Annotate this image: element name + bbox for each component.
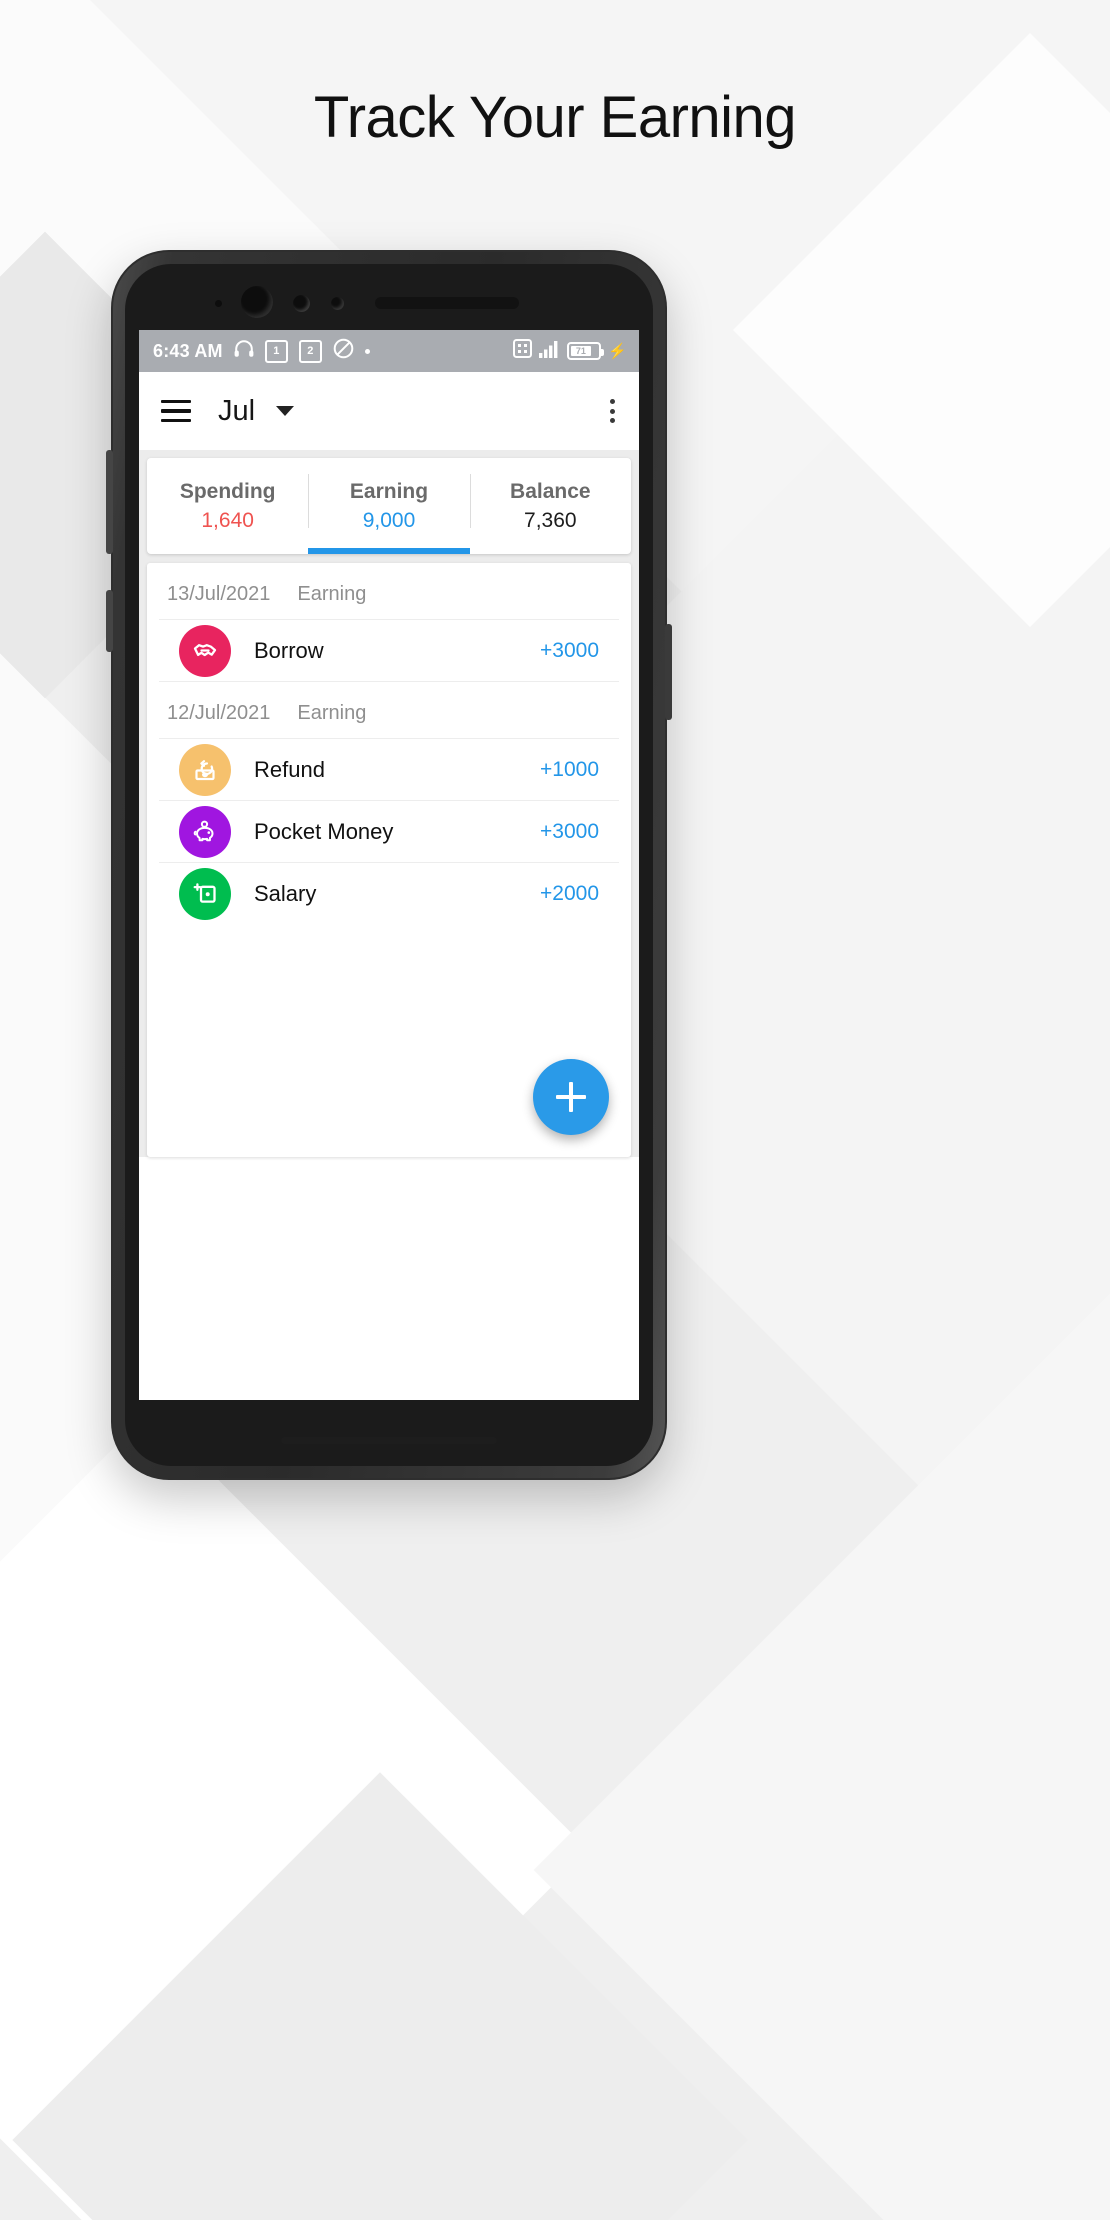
sim1-icon: 1 xyxy=(264,339,288,363)
handshake-icon xyxy=(179,624,231,677)
signal-icon xyxy=(539,340,560,363)
sensor-cluster xyxy=(125,286,653,320)
status-bar: 6:43 AM 1 2 71 ⚡ xyxy=(139,330,639,372)
volume-button xyxy=(106,450,113,554)
transaction-amount: +2000 xyxy=(540,881,599,905)
sensor-dot-icon xyxy=(215,300,222,307)
summary-value: 1,640 xyxy=(201,508,254,532)
transaction-row-salary[interactable]: Salary +2000 xyxy=(159,862,619,924)
phone-screen: 6:43 AM 1 2 71 ⚡ Jul Spending 1,640 Earn… xyxy=(139,330,639,1400)
transaction-name: Salary xyxy=(254,880,317,906)
transaction-name: Borrow xyxy=(254,637,324,663)
chevron-down-icon[interactable] xyxy=(276,406,295,416)
summary-card: Spending 1,640 Earning 9,000 Balance 7,3… xyxy=(147,458,631,554)
group-date: 13/Jul/2021 xyxy=(167,583,271,605)
earpiece-speaker xyxy=(375,297,519,309)
phone-mockup: 6:43 AM 1 2 71 ⚡ Jul Spending 1,640 Earn… xyxy=(106,250,672,1480)
summary-value: 7,360 xyxy=(524,508,577,532)
plus-icon xyxy=(556,1082,586,1112)
status-time: 6:43 AM xyxy=(153,340,223,361)
dot-icon xyxy=(364,348,370,354)
summary-label: Balance xyxy=(510,479,591,503)
group-type: Earning xyxy=(297,583,367,605)
status-bar-right: 71 ⚡ xyxy=(513,339,627,363)
piggy-bank-icon xyxy=(179,805,231,858)
light-sensor-icon xyxy=(331,297,344,310)
status-bar-left: 6:43 AM 1 2 xyxy=(153,338,513,364)
side-button-right xyxy=(665,624,672,720)
transaction-row-borrow[interactable]: Borrow +3000 xyxy=(159,619,619,681)
page-title: Track Your Earning xyxy=(313,85,797,150)
phone-chin xyxy=(125,1402,653,1452)
summary-label: Spending xyxy=(179,479,276,503)
transaction-name: Pocket Money xyxy=(254,818,394,844)
app-bar: Jul xyxy=(139,372,639,450)
power-button xyxy=(106,590,113,652)
summary-tab-spending[interactable]: Spending 1,640 xyxy=(147,458,308,554)
do-not-disturb-icon xyxy=(333,338,354,364)
transaction-amount: +3000 xyxy=(540,638,599,662)
transaction-row-pocket-money[interactable]: Pocket Money +3000 xyxy=(159,800,619,862)
summary-label: Earning xyxy=(349,479,429,503)
battery-icon: 71 xyxy=(567,342,605,360)
wallet-plus-icon xyxy=(179,867,231,920)
hamburger-icon[interactable] xyxy=(161,400,191,422)
screenshot-icon xyxy=(513,339,533,363)
group-date: 12/Jul/2021 xyxy=(167,702,271,724)
sim2-icon: 2 xyxy=(298,339,322,363)
proximity-sensor-icon xyxy=(293,295,310,312)
charging-bolt-icon: ⚡ xyxy=(608,342,627,360)
transaction-amount: +1000 xyxy=(540,757,599,781)
transaction-amount: +3000 xyxy=(540,819,599,843)
date-group-header: 13/Jul/2021 Earning xyxy=(147,563,631,619)
add-transaction-fab[interactable] xyxy=(533,1059,609,1135)
money-return-icon xyxy=(179,743,231,796)
content-area: Spending 1,640 Earning 9,000 Balance 7,3… xyxy=(139,450,639,1157)
gesture-navigation-bar[interactable] xyxy=(281,1437,497,1444)
transaction-list: 13/Jul/2021 Earning Borrow +3000 12/Jul/… xyxy=(147,563,631,1157)
transaction-name: Refund xyxy=(254,756,325,782)
date-group-header: 12/Jul/2021 Earning xyxy=(159,681,619,738)
kebab-menu-icon[interactable] xyxy=(604,393,621,429)
group-type: Earning xyxy=(297,702,367,724)
transaction-row-refund[interactable]: Refund +1000 xyxy=(159,738,619,800)
phone-bezel: 6:43 AM 1 2 71 ⚡ Jul Spending 1,640 Earn… xyxy=(125,264,653,1466)
summary-tab-balance[interactable]: Balance 7,360 xyxy=(469,458,631,554)
month-selector-label[interactable]: Jul xyxy=(218,395,255,428)
headphone-icon xyxy=(234,340,254,362)
front-camera-icon xyxy=(241,286,273,318)
summary-tab-earning[interactable]: Earning 9,000 xyxy=(308,458,470,554)
summary-value: 9,000 xyxy=(362,508,416,532)
